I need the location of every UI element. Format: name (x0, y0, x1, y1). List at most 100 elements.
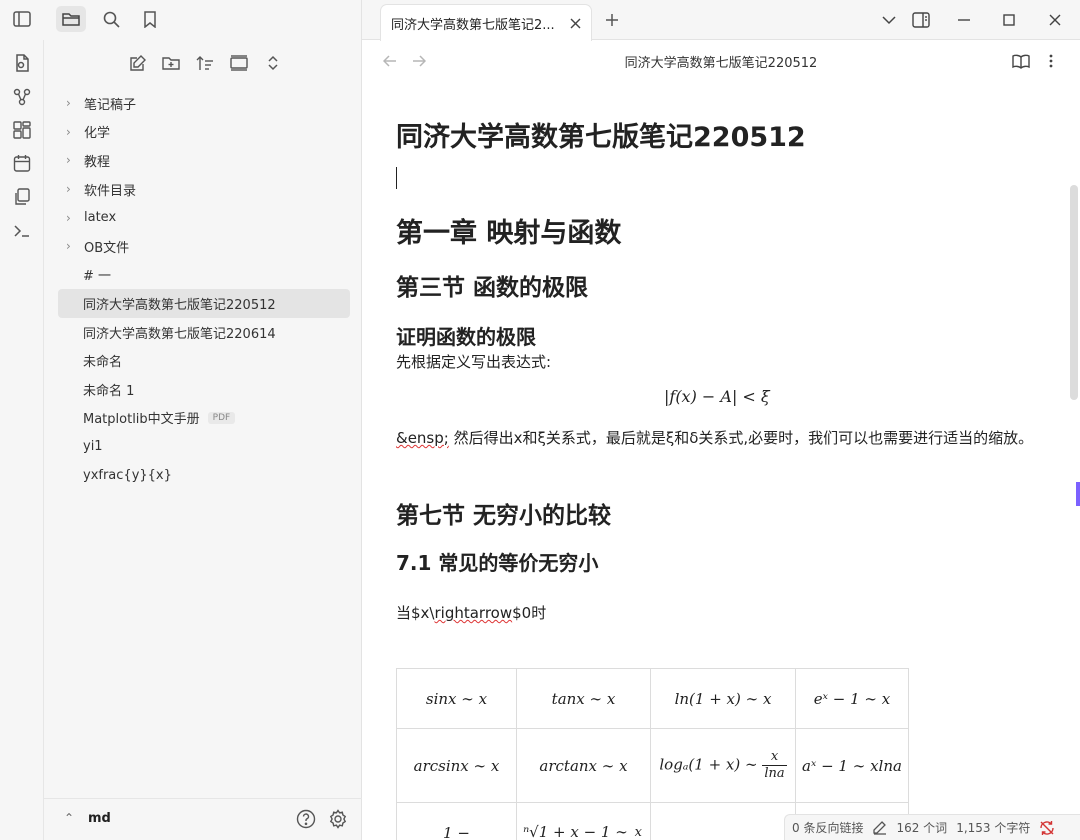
sync-error-icon[interactable] (1039, 820, 1055, 836)
char-count: 1,153 个字符 (956, 821, 1031, 835)
table-cell: tanx ∼ x (516, 668, 651, 729)
tree-file[interactable]: 未命名 (58, 346, 350, 375)
tree-item-label: OB文件 (84, 240, 130, 256)
more-options-icon[interactable] (1041, 51, 1061, 71)
heading-proof: 证明函数的极限 (396, 325, 536, 349)
when-suffix: $0时 (512, 604, 547, 622)
editor-pane[interactable]: 同济大学高数第七版笔记220512 第一章 映射与函数 第三节 函数的极限 证明… (362, 81, 1080, 840)
chevron-right-icon: › (66, 153, 71, 168)
new-tab-icon[interactable] (600, 8, 624, 32)
equation: |f(x) − A| < ξ (664, 387, 770, 406)
chevron-right-icon: › (66, 96, 71, 111)
tab-title: 同济大学高数第七版笔记2... (391, 17, 555, 33)
paragraph: &ensp; 然后得出x和ξ关系式，最后就是ξ和δ关系式,必要时，我们可以也需要… (396, 425, 1036, 451)
toggle-sidebar-icon[interactable] (7, 6, 37, 32)
toggle-right-sidebar-icon[interactable] (908, 7, 934, 33)
heading-chapter: 第一章 映射与函数 (396, 218, 622, 249)
minimize-icon[interactable] (951, 7, 977, 33)
view-title[interactable]: 同济大学高数第七版笔记220512 (362, 52, 1080, 71)
obsidian-app: › 笔记稿子 › 化学 › 教程 › 软件目录 › latex › OB文件 # 一 同济大… (0, 0, 1080, 840)
open-quick-switcher-icon[interactable] (8, 50, 36, 76)
gear-icon[interactable] (327, 808, 349, 830)
table-cell: arctanx ∼ x (516, 728, 651, 803)
misspelled-command: rightarrow (434, 604, 513, 622)
heading-section-3: 第三节 函数的极限 (396, 275, 589, 301)
table-cell: aˣ − 1 ∼ xlna (795, 728, 909, 803)
vault-name[interactable]: md (88, 811, 111, 826)
tree-folder[interactable]: › 软件目录 (58, 175, 350, 204)
edit-mode-icon[interactable] (872, 820, 887, 835)
fraction: x lna (762, 749, 787, 782)
scrollbar[interactable] (1070, 185, 1078, 400)
table-cell: eˣ − 1 ∼ x (795, 668, 909, 729)
bookmark-icon[interactable] (135, 6, 165, 32)
table-cell: sinx ∼ x (396, 668, 517, 729)
fraction: x (633, 825, 644, 840)
tree-folder[interactable]: › latex (58, 203, 350, 232)
tab-note[interactable]: 同济大学高数第七版笔记2... (380, 4, 592, 41)
templates-icon[interactable] (8, 184, 36, 210)
status-bar: 0 条反向链接 162 个词 1,153 个字符 (784, 814, 1080, 840)
chevron-updown-icon[interactable]: ⌃ (64, 811, 74, 825)
help-icon[interactable] (295, 808, 317, 830)
tree-item-label: # 一 (83, 269, 112, 285)
tree-folder[interactable]: › OB文件 (58, 232, 350, 261)
backlinks-count[interactable]: 0 条反向链接 (792, 819, 863, 836)
text-cursor (396, 167, 397, 189)
tree-item-label: 未命名 (83, 355, 123, 371)
accent-edge-marker (1076, 482, 1080, 506)
note-title: 同济大学高数第七版笔记220512 (396, 122, 806, 153)
cell-text: logₐ(1 + x) ∼ (659, 755, 758, 774)
table-cell: ln(1 + x) ∼ x (650, 668, 796, 729)
tree-item-label: 同济大学高数第七版笔记220512 (83, 297, 276, 313)
word-count: 162 个词 (896, 821, 948, 835)
tree-item-label: latex (84, 210, 117, 226)
tree-item-label: Matplotlib中文手册 (83, 412, 200, 428)
cell-text: ⁿ√1 + x − 1 ∼ (523, 823, 628, 840)
new-note-icon[interactable] (120, 50, 154, 76)
canvas-icon[interactable] (8, 117, 36, 143)
table-cell: arcsinx ∼ x (396, 728, 517, 803)
sidebar-top-toolbar (0, 0, 362, 40)
misspelled-entity: &ensp; (396, 429, 449, 447)
tree-file[interactable]: yi1 (58, 432, 350, 461)
tree-file[interactable]: 同济大学高数第七版笔记220614 (58, 318, 350, 347)
explorer-toolbar (120, 50, 290, 76)
tree-item-label: 化学 (84, 126, 111, 142)
reading-view-icon[interactable] (1011, 51, 1031, 71)
tab-list-chevron-icon[interactable] (876, 7, 902, 33)
table-cell (650, 802, 796, 840)
collapse-view-icon[interactable] (222, 50, 256, 76)
search-icon[interactable] (96, 6, 126, 32)
expand-collapse-icon[interactable] (256, 50, 290, 76)
graph-view-icon[interactable] (8, 84, 36, 110)
tree-file[interactable]: Matplotlib中文手册 PDF (58, 404, 350, 433)
heading-section-7: 第七节 无穷小的比较 (396, 503, 612, 529)
file-type-badge: PDF (207, 411, 236, 424)
table-cell: ⁿ√1 + x − 1 ∼ x (516, 802, 651, 840)
sort-icon[interactable] (188, 50, 222, 76)
table-cell: 1 − (396, 802, 517, 840)
maximize-icon[interactable] (996, 7, 1022, 33)
tree-file[interactable]: # 一 (58, 261, 350, 290)
tree-item-label: yxfrac{y}{x} (83, 467, 172, 483)
fraction-denominator: lna (764, 766, 785, 781)
close-icon[interactable] (567, 15, 583, 31)
window-close-icon[interactable] (1042, 7, 1068, 33)
tree-item-label: yi1 (83, 438, 103, 454)
terminal-icon[interactable] (8, 218, 36, 244)
tree-item-label: 软件目录 (84, 183, 137, 199)
fraction-numerator: x (762, 749, 787, 766)
tree-folder[interactable]: › 教程 (58, 146, 350, 175)
chevron-right-icon: › (66, 239, 71, 254)
tree-folder[interactable]: › 化学 (58, 118, 350, 147)
new-folder-icon[interactable] (154, 50, 188, 76)
when-prefix: 当$x\ (396, 604, 435, 622)
tree-file[interactable]: yxfrac{y}{x} (58, 461, 350, 490)
view-header: 同济大学高数第七版笔记220512 (362, 41, 1080, 81)
tree-folder[interactable]: › 笔记稿子 (58, 89, 350, 118)
folder-icon[interactable] (56, 6, 86, 32)
tree-file[interactable]: 未命名 1 (58, 375, 350, 404)
tree-file-active[interactable]: 同济大学高数第七版笔记220512 (58, 289, 350, 318)
calendar-icon[interactable] (8, 150, 36, 176)
